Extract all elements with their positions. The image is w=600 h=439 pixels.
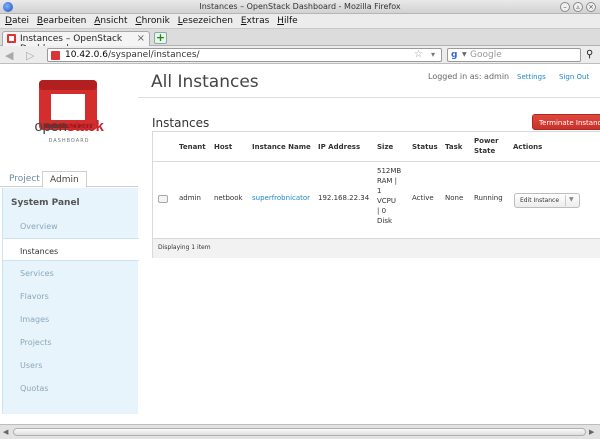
menu-bearbeiten[interactable]: Bearbeiten xyxy=(32,14,86,26)
cell-tenant: admin xyxy=(179,194,201,202)
menu-chronik[interactable]: Chronik xyxy=(130,14,169,26)
cell-host: netbook xyxy=(214,194,243,202)
menu-bar: Datei Bearbeiten Ansicht Chronik Lesezei… xyxy=(0,14,600,29)
search-placeholder: Google xyxy=(470,50,502,60)
size-line: Disk xyxy=(377,217,393,225)
site-favicon-icon xyxy=(51,51,60,60)
window-titlebar: Instances – OpenStack Dashboard - Mozill… xyxy=(0,0,600,14)
sidebar-item-instances[interactable]: Instances xyxy=(3,238,139,261)
instance-name-link[interactable]: superfrobnicator xyxy=(252,193,310,203)
url-host: 10.42.0.6 xyxy=(65,50,108,60)
scroll-left-icon[interactable]: ◀ xyxy=(3,428,8,436)
system-panel: System Panel Overview Instances Services… xyxy=(2,188,139,414)
col-ip-address[interactable]: IP Address xyxy=(318,142,360,152)
logo-subtitle: DASHBOARD xyxy=(48,138,90,144)
close-window-icon[interactable]: × xyxy=(586,2,596,12)
scroll-right-icon[interactable]: ▶ xyxy=(589,428,594,436)
sidebar: openstack DASHBOARD Project Admin System… xyxy=(0,64,139,424)
menu-lesezeichen[interactable]: Lesezeichen xyxy=(173,14,233,26)
sidebar-item-services[interactable]: Services xyxy=(3,261,139,284)
size-line: VCPU xyxy=(377,197,397,205)
forward-icon[interactable]: ▷ xyxy=(26,49,34,62)
search-bar[interactable]: g ▼ Google xyxy=(447,48,581,62)
url-bar[interactable]: 10.42.0.6/syspanel/instances/ ☆ ▾ xyxy=(47,48,442,62)
button-separator xyxy=(565,195,566,206)
page-title: All Instances xyxy=(151,72,259,92)
openstack-favicon-icon xyxy=(7,34,16,43)
item-count: Displaying 1 item xyxy=(158,244,211,251)
menu-extras[interactable]: Extras xyxy=(236,14,269,26)
cell-status: Active xyxy=(412,194,434,202)
table-footer: Displaying 1 item xyxy=(153,239,600,258)
main-content: All Instances Logged in as: admin Settin… xyxy=(138,64,600,424)
menu-ansicht[interactable]: Ansicht xyxy=(89,14,127,26)
sidebar-item-images[interactable]: Images xyxy=(3,307,139,330)
google-icon[interactable]: g xyxy=(451,50,457,60)
instances-section-title: Instances xyxy=(152,116,210,130)
tab-project[interactable]: Project xyxy=(2,171,47,188)
col-tenant[interactable]: Tenant xyxy=(179,142,206,152)
col-instance-name[interactable]: Instance Name xyxy=(252,142,311,152)
col-size[interactable]: Size xyxy=(377,142,393,152)
row-checkbox[interactable] xyxy=(158,195,168,203)
col-status[interactable]: Status xyxy=(412,142,438,152)
col-actions: Actions xyxy=(513,143,543,151)
horizontal-scrollbar[interactable]: ◀ ▶ xyxy=(0,424,600,439)
minimize-icon[interactable]: – xyxy=(560,2,570,12)
bookmark-star-icon[interactable]: ☆ xyxy=(414,49,423,60)
url-dropdown-icon[interactable]: ▾ xyxy=(431,50,435,59)
panel-title: System Panel xyxy=(11,198,80,208)
size-line: RAM | xyxy=(377,177,397,185)
col-power-state[interactable]: Power State xyxy=(474,136,508,156)
new-tab-button[interactable]: + xyxy=(154,32,167,44)
scrollbar-thumb[interactable] xyxy=(13,428,586,436)
wordmark-stack: stack xyxy=(66,118,104,135)
browser-tab[interactable]: Instances – OpenStack Dashboard × xyxy=(2,31,150,54)
navigation-bar: ◀ ▷ 10.42.0.6/syspanel/instances/ ☆ ▾ g … xyxy=(0,46,600,64)
edit-instance-button[interactable]: Edit Instance ▼ xyxy=(514,193,580,208)
url-path: /syspanel/instances/ xyxy=(107,50,200,60)
tab-strip: Instances – OpenStack Dashboard × + xyxy=(0,29,600,54)
maximize-icon[interactable]: ▵ xyxy=(573,2,583,12)
sign-out-link[interactable]: Sign Out xyxy=(559,73,589,81)
sidebar-item-flavors[interactable]: Flavors xyxy=(3,284,139,307)
sidebar-item-quotas[interactable]: Quotas xyxy=(3,376,139,399)
edit-instance-label: Edit Instance xyxy=(520,197,560,204)
window-title: Instances – OpenStack Dashboard - Mozill… xyxy=(199,2,401,11)
dashboard-tabs: Project Admin xyxy=(0,169,138,188)
terminate-instances-button[interactable]: Terminate Instances xyxy=(532,114,600,130)
settings-link[interactable]: Settings xyxy=(517,73,546,81)
cell-task: None xyxy=(445,194,464,202)
actions-dropdown-icon[interactable]: ▼ xyxy=(569,196,574,203)
back-icon[interactable]: ◀ xyxy=(5,49,13,62)
cell-size: 512MB RAM | 1 VCPU | 0 Disk xyxy=(377,166,409,226)
tab-admin[interactable]: Admin xyxy=(42,171,87,188)
page-header: All Instances Logged in as: admin Settin… xyxy=(138,64,600,98)
sidebar-item-users[interactable]: Users xyxy=(3,353,139,376)
wordmark-open: open xyxy=(34,118,67,135)
col-host[interactable]: Host xyxy=(214,142,232,152)
cell-power-state: Running xyxy=(474,194,503,202)
search-engine-dropdown-icon[interactable]: ▼ xyxy=(462,51,467,58)
instances-table: Tenant Host Instance Name IP Address Siz… xyxy=(152,131,600,258)
sidebar-item-overview[interactable]: Overview xyxy=(3,214,139,237)
sidebar-item-projects[interactable]: Projects xyxy=(3,330,139,353)
size-line: | 0 xyxy=(377,207,387,215)
table-header: Tenant Host Instance Name IP Address Siz… xyxy=(153,132,600,162)
openstack-wordmark: openstack xyxy=(0,118,138,135)
cell-ip-address: 192.168.22.34 xyxy=(318,194,370,202)
size-line: 1 xyxy=(377,187,382,195)
size-line: 512MB xyxy=(377,167,402,175)
table-row: admin netbook superfrobnicator 192.168.2… xyxy=(153,162,600,239)
binoculars-icon[interactable]: ⚲ xyxy=(586,49,593,60)
logged-in-text: Logged in as: admin xyxy=(428,72,510,81)
close-tab-icon[interactable]: × xyxy=(137,33,145,44)
menu-datei[interactable]: Datei xyxy=(0,14,29,26)
col-task[interactable]: Task xyxy=(445,142,462,152)
url-text[interactable]: 10.42.0.6/syspanel/instances/ xyxy=(65,50,200,60)
page-viewport: openstack DASHBOARD Project Admin System… xyxy=(0,64,600,424)
menu-hilfe[interactable]: Hilfe xyxy=(272,14,298,26)
